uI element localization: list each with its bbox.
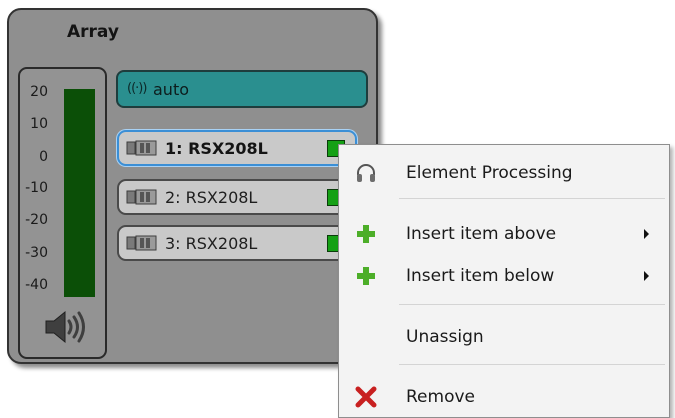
meter-bar (64, 89, 95, 297)
green-plus-icon (357, 225, 375, 243)
meter-scale-label: 0 (39, 149, 48, 165)
menu-item-element-processing[interactable]: Element Processing (339, 153, 669, 193)
green-plus-icon (357, 267, 375, 285)
element-row-2[interactable]: 2: RSX208L (117, 179, 357, 215)
menu-item-insert-below[interactable]: Insert item below (339, 256, 669, 296)
red-x-icon (355, 386, 377, 408)
element-label: 3: RSX208L (165, 234, 258, 253)
meter-scale-label: -40 (25, 277, 48, 293)
array-panel: Array 20 10 0 -10 -20 -30 -40 ((·)) auto (7, 8, 378, 364)
auto-button[interactable]: ((·)) auto (116, 70, 368, 108)
menu-separator (399, 198, 665, 199)
level-meter: 20 10 0 -10 -20 -30 -40 (18, 67, 107, 359)
speaker-cabinet-icon (126, 189, 157, 205)
menu-label: Remove (406, 387, 475, 407)
menu-separator (399, 304, 665, 305)
meter-scale-label: 10 (30, 116, 48, 132)
speaker-cabinet-icon (126, 140, 157, 156)
meter-scale-label: 20 (30, 84, 48, 100)
submenu-arrow-icon (644, 271, 649, 281)
canvas: Array 20 10 0 -10 -20 -30 -40 ((·)) auto (0, 0, 675, 418)
element-row-1[interactable]: 1: RSX208L (117, 130, 357, 166)
submenu-arrow-icon (644, 229, 649, 239)
element-row-3[interactable]: 3: RSX208L (117, 225, 357, 261)
menu-item-insert-above[interactable]: Insert item above (339, 214, 669, 254)
menu-label: Insert item below (406, 266, 555, 286)
auto-label: auto (153, 80, 190, 99)
meter-fill (64, 89, 95, 297)
menu-item-unassign[interactable]: Unassign (339, 317, 669, 357)
menu-item-remove[interactable]: Remove (339, 377, 669, 417)
menu-separator (399, 364, 665, 365)
menu-label: Unassign (406, 327, 484, 347)
speaker-volume-icon[interactable] (40, 308, 90, 346)
context-menu: Element Processing Insert item above Ins… (338, 144, 670, 418)
element-label: 2: RSX208L (165, 188, 258, 207)
element-label: 1: RSX208L (165, 139, 268, 158)
menu-label: Element Processing (406, 163, 573, 183)
broadcast-icon: ((·)) (127, 81, 147, 96)
headphones-icon (357, 164, 375, 182)
meter-scale-label: -20 (25, 212, 48, 228)
menu-label: Insert item above (406, 224, 557, 244)
panel-title: Array (67, 22, 119, 42)
meter-scale-label: -10 (25, 180, 48, 196)
meter-scale-label: -30 (25, 245, 48, 261)
speaker-cabinet-icon (126, 235, 157, 251)
